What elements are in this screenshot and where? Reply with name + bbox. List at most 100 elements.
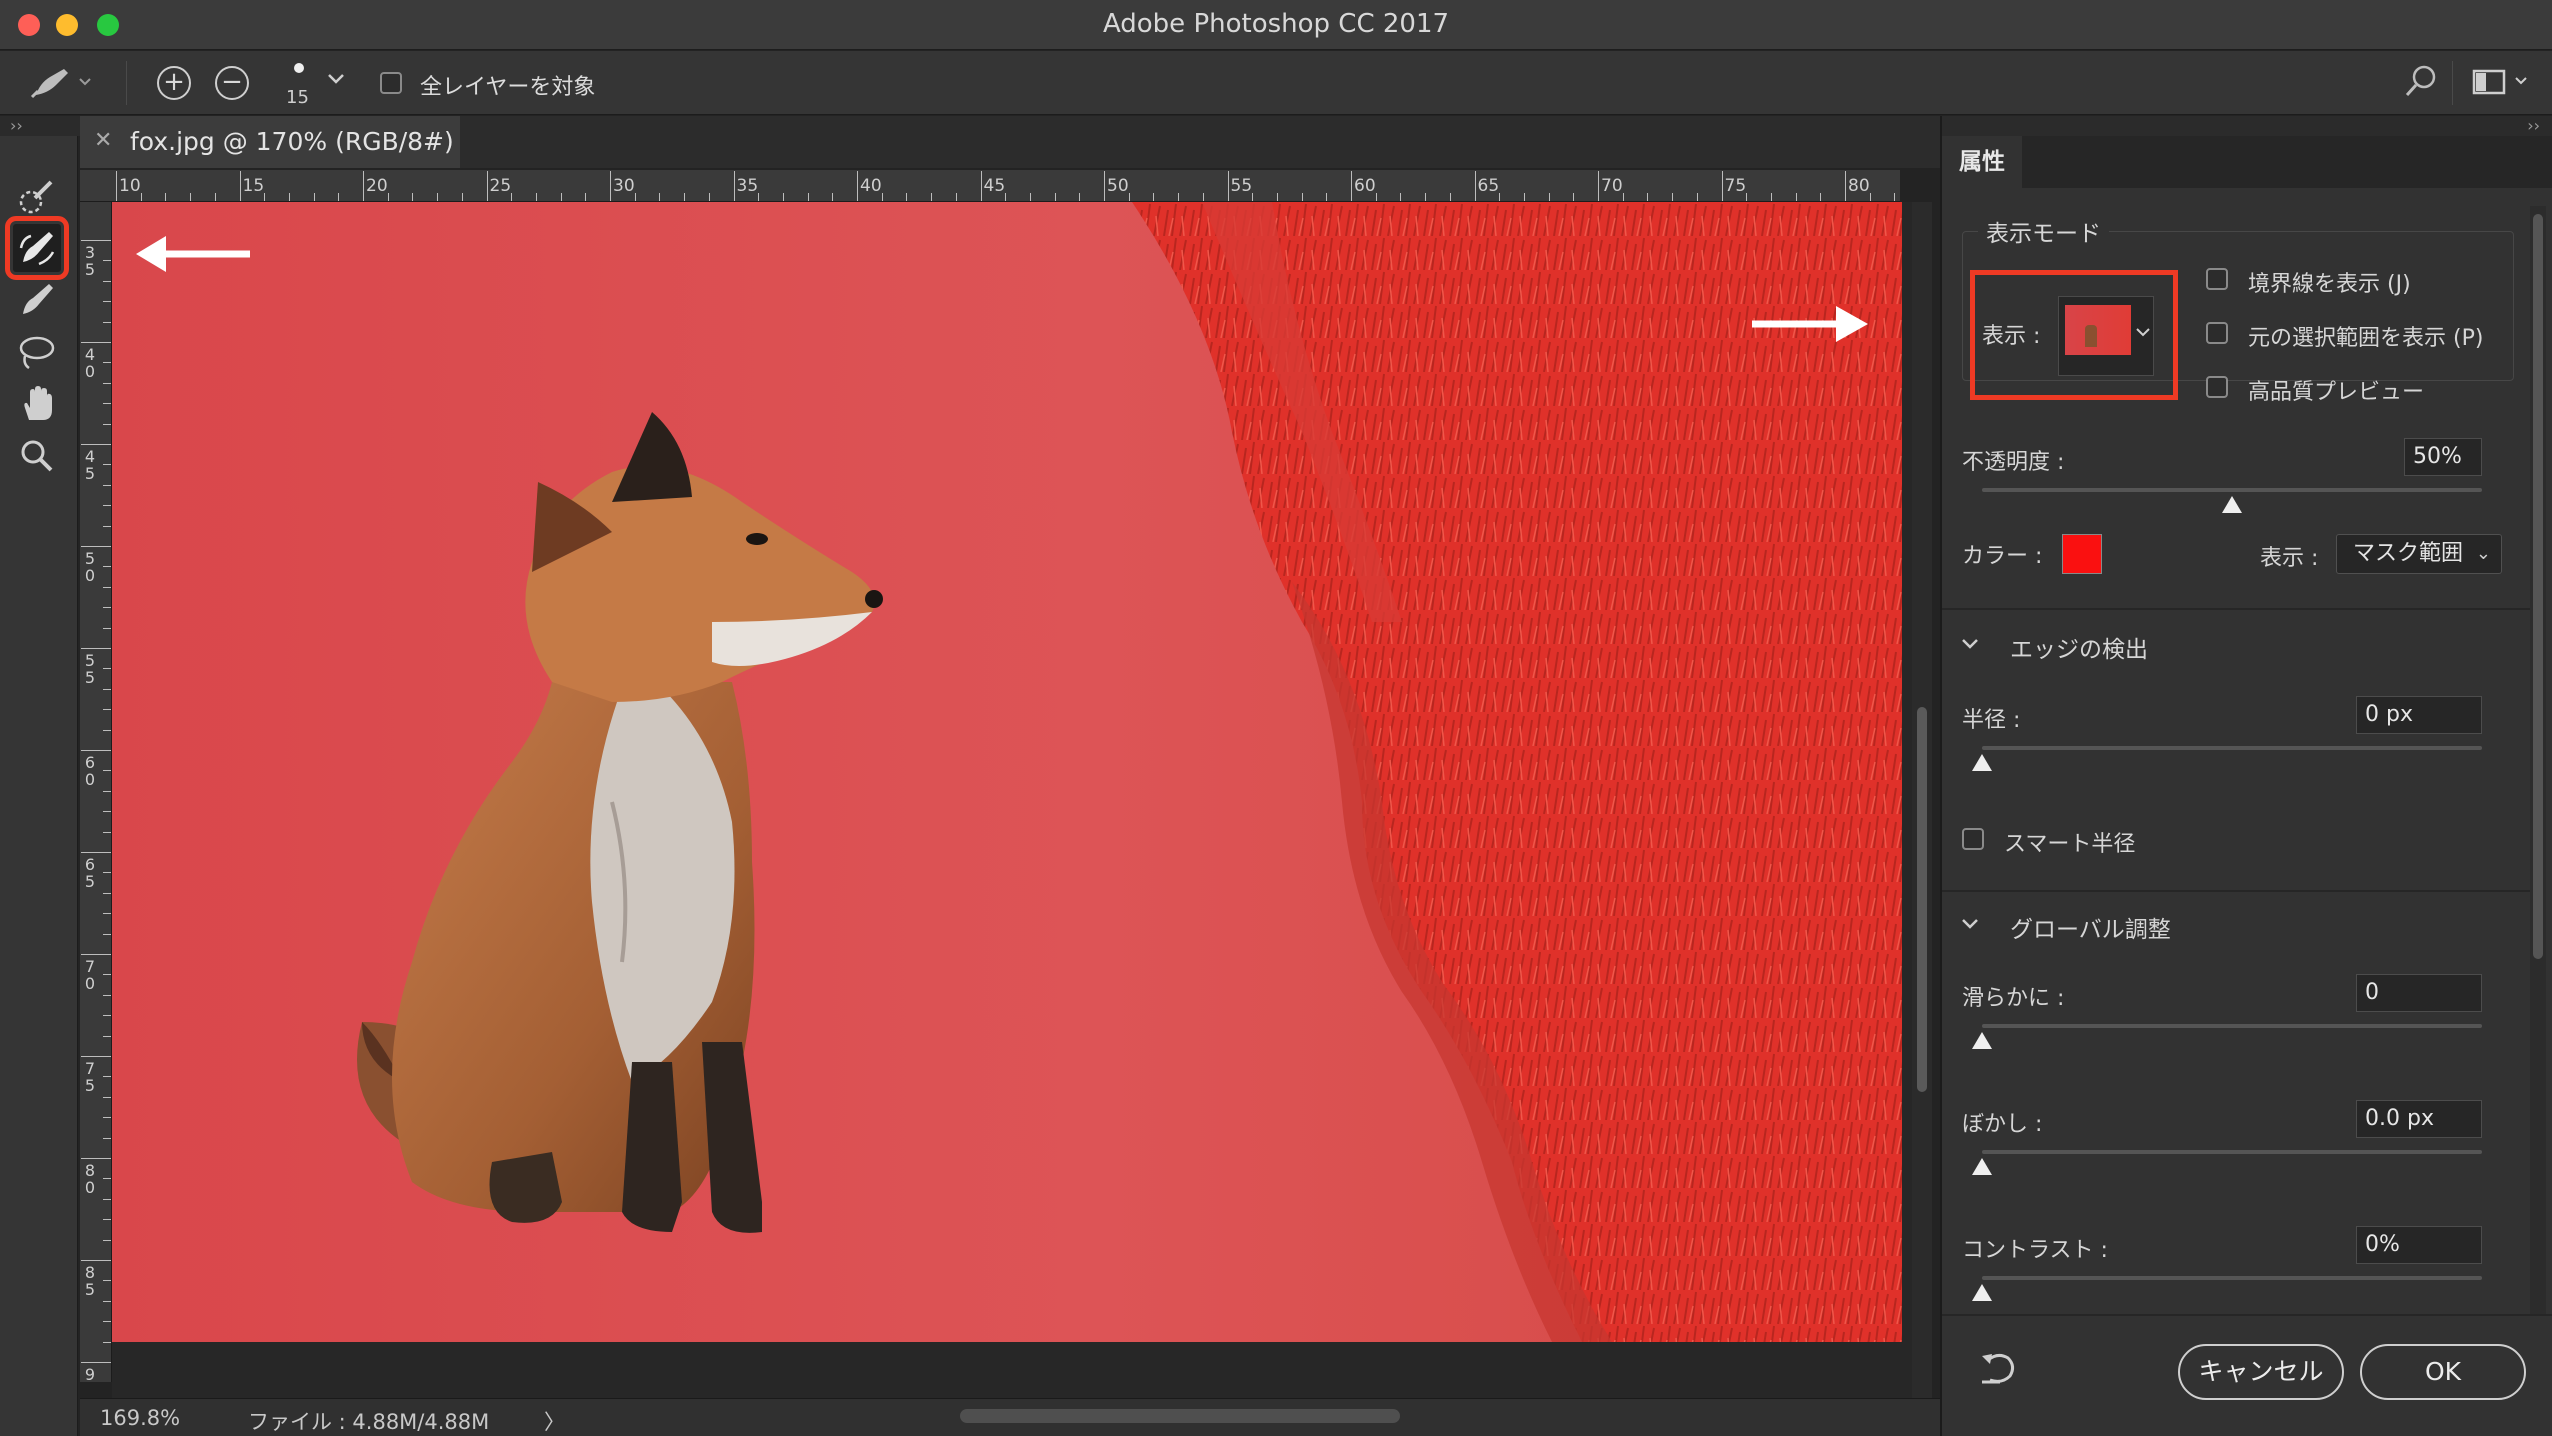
ruler-label: 35 [736,176,759,196]
radius-slider[interactable] [1982,746,2482,750]
vertical-scroll-thumb[interactable] [1917,707,1927,1092]
ruler-tick [708,193,710,201]
ruler-tick [412,193,414,201]
radius-input[interactable]: 0 px [2356,696,2482,734]
ruler-tick [103,505,111,507]
ruler-tick [881,193,883,201]
window-title: Adobe Photoshop CC 2017 [1102,9,1450,39]
smart-radius-checkbox[interactable] [1962,828,1984,850]
ruler-label: 10 [119,176,141,196]
brush-size-chevron-icon[interactable] [326,71,346,90]
radius-slider-thumb[interactable] [1972,754,1992,771]
smooth-input[interactable]: 0 [2356,974,2482,1012]
feather-slider-thumb[interactable] [1972,1158,1992,1175]
brush-preset-icon [30,69,91,99]
status-menu-arrow[interactable]: 〉 [544,1406,565,1436]
options-bar: + − 15 全レイヤーを対象 [0,51,2552,115]
smooth-slider[interactable] [1982,1024,2482,1028]
title-bar: Adobe Photoshop CC 2017 [0,0,2552,50]
ruler-tick [585,193,587,201]
show-edge-checkbox[interactable] [2206,268,2228,290]
edge-detection-title[interactable]: エッジの検出 [2010,630,2148,664]
canvas-area[interactable] [112,202,1912,1398]
panel-scroll-thumb[interactable] [2533,214,2543,959]
toolbar-collapse-icon[interactable]: ›› [0,116,80,136]
zoom-tool-icon[interactable] [13,432,61,480]
display-dropdown[interactable]: マスク範囲 ⌄ [2336,534,2502,574]
show-original-checkbox[interactable] [2206,322,2228,344]
ruler-tick [81,240,111,241]
lasso-tool-icon[interactable] [13,328,61,376]
feather-slider[interactable] [1982,1150,2482,1154]
ruler-tick [807,193,809,201]
edge-detection-collapse-icon[interactable] [1960,636,1980,656]
contrast-slider[interactable] [1982,1276,2482,1280]
cancel-button[interactable]: キャンセル [2178,1344,2344,1400]
reset-icon[interactable] [1978,1350,2018,1390]
horizontal-ruler[interactable]: 10152025303540455055606570758085909 [80,170,1900,202]
ruler-tick [103,1321,111,1323]
ruler-tick [103,525,111,527]
workspace-switcher-icon[interactable] [2472,65,2536,103]
add-to-selection-icon[interactable]: + [157,66,191,100]
brush-size-picker[interactable]: 15 [278,57,318,109]
ruler-tick [1351,171,1352,201]
subtract-from-selection-icon[interactable]: − [215,66,249,100]
contrast-slider-thumb[interactable] [1972,1284,1992,1301]
global-refinements-collapse-icon[interactable] [1960,916,1980,936]
ruler-label: 25 [489,176,512,196]
ruler-tick [264,193,266,201]
ruler-tick [733,171,735,201]
opacity-slider[interactable] [1982,488,2482,492]
ruler-tick [103,1015,111,1017]
ok-button[interactable]: OK [2360,1344,2526,1400]
ruler-tick [81,1056,111,1057]
close-document-icon[interactable]: ✕ [94,128,112,153]
search-icon[interactable] [2404,63,2438,103]
ruler-tick [103,1096,111,1098]
quick-selection-tool-icon[interactable] [13,172,61,220]
feather-input[interactable]: 0.0 px [2356,1100,2482,1138]
ruler-tick [634,193,636,201]
contrast-input[interactable]: 0% [2356,1226,2482,1264]
panel-collapse-icon[interactable]: ›› [1942,116,2552,136]
smooth-slider-thumb[interactable] [1972,1032,1992,1049]
tab-properties[interactable]: 属性 [1942,136,2022,188]
ruler-tick [906,193,908,201]
hand-tool-icon[interactable] [13,380,61,428]
ruler-tick [81,852,111,853]
vertical-ruler[interactable]: 35 40 45 50 55 60 65 70 75 80 85 90 [80,202,112,1382]
fox-image[interactable] [112,202,1902,1342]
ruler-tick [103,892,111,894]
opacity-input[interactable]: 50% [2404,438,2482,476]
ruler-tick [103,1300,111,1302]
ruler-tick [1548,193,1550,201]
opacity-slider-thumb[interactable] [2222,496,2242,513]
color-swatch[interactable] [2062,534,2102,574]
vertical-scrollbar[interactable] [1912,202,1932,1398]
ruler-tick [81,342,111,343]
ruler-tick [1375,193,1377,201]
view-mode-picker[interactable] [2058,296,2154,376]
ruler-tick [1202,193,1204,201]
zoom-level[interactable]: 169.8% [100,1406,180,1430]
ruler-tick [103,566,111,568]
ruler-tick [103,831,111,833]
document-tab[interactable]: ✕ fox.jpg @ 170% (RGB/8#) [80,116,460,168]
panel-scrollbar[interactable] [2530,206,2546,1316]
ruler-label: 45 [983,176,1006,196]
view-mode-chevron-icon [2136,328,2150,337]
hq-preview-checkbox[interactable] [2206,376,2228,398]
ruler-tick [511,193,513,201]
brush-tool-icon[interactable] [13,276,61,324]
ruler-tick [103,1178,111,1180]
global-refinements-title[interactable]: グローバル調整 [2010,910,2171,944]
tool-preset-picker[interactable] [30,65,94,105]
sample-all-layers-checkbox[interactable] [380,72,402,94]
horizontal-scroll-thumb[interactable] [960,1409,1400,1423]
ruler-tick [1054,193,1056,201]
ruler-tick [338,193,340,201]
ruler-label: 70 [84,957,96,993]
refine-edge-brush-tool-icon[interactable] [5,216,69,280]
ruler-tick [1449,193,1451,201]
